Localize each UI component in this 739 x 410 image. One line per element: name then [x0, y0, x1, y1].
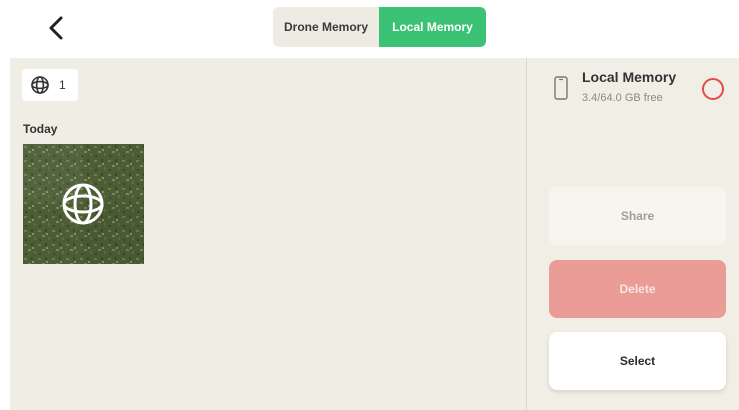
panorama-sphere-icon	[31, 76, 49, 94]
action-panel: Local Memory 3.4/64.0 GB free Share Dele…	[527, 58, 739, 410]
media-count-badge: 1	[22, 69, 78, 101]
storage-select-radio[interactable]	[702, 78, 724, 100]
phone-icon	[554, 76, 568, 100]
tab-local-memory[interactable]: Local Memory	[379, 7, 486, 47]
tab-drone-memory[interactable]: Drone Memory	[273, 7, 379, 47]
storage-title: Local Memory	[582, 69, 677, 85]
media-gallery: 1 Today	[10, 58, 526, 410]
panorama-sphere-icon	[62, 183, 104, 225]
memory-source-switch: Drone Memory Local Memory	[273, 7, 486, 47]
chevron-left-icon	[49, 16, 63, 40]
date-section-label: Today	[23, 122, 58, 136]
panorama-thumbnail[interactable]	[23, 144, 144, 264]
delete-button[interactable]: Delete	[549, 260, 726, 318]
storage-free-space: 3.4/64.0 GB free	[582, 92, 663, 104]
share-button[interactable]: Share	[549, 187, 726, 245]
top-bar: Drone Memory Local Memory	[0, 0, 739, 58]
media-count: 1	[59, 78, 66, 92]
select-button[interactable]: Select	[549, 332, 726, 390]
back-button[interactable]	[40, 12, 72, 44]
